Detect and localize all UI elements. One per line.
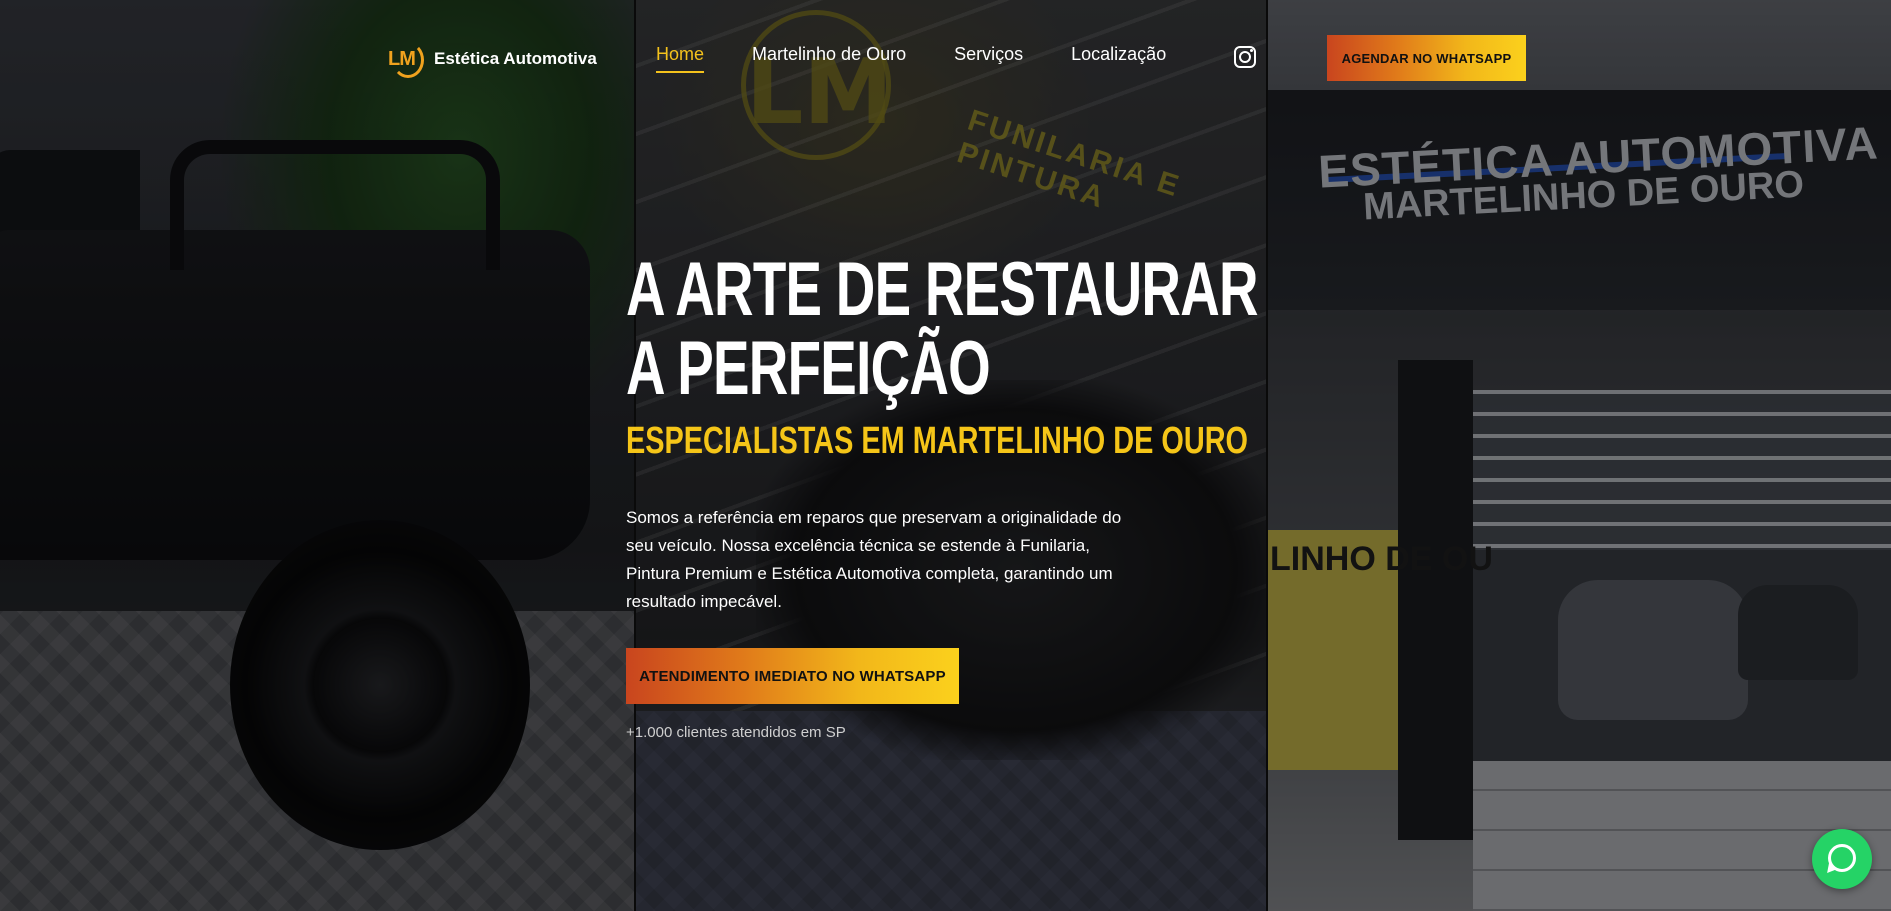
nav-item-servicos[interactable]: Serviços: [954, 44, 1023, 73]
brand-link[interactable]: LM Estética Automotiva: [388, 42, 597, 78]
nav-item-home[interactable]: Home: [656, 44, 705, 73]
nav-item-localizacao[interactable]: Localização: [1071, 44, 1166, 73]
instagram-icon[interactable]: [1234, 46, 1256, 68]
atendimento-whatsapp-button[interactable]: ATENDIMENTO IMEDIATO NO WHATSAPP: [626, 648, 959, 704]
brand-name: Estética Automotiva: [434, 49, 597, 68]
hero-description: Somos a referência em reparos que preser…: [626, 508, 1122, 611]
main-nav: Home Martelinho de Ouro Serviços Localiz…: [656, 44, 1214, 73]
hero-section: A ARTE DE RESTAURAR A PERFEIÇÃO ESPECIAL…: [626, 247, 1276, 741]
agendar-whatsapp-button[interactable]: AGENDAR NO WHATSAPP: [1327, 35, 1526, 81]
whatsapp-icon[interactable]: [1812, 829, 1872, 889]
hero-title: A ARTE DE RESTAURAR A PERFEIÇÃO: [626, 247, 1259, 411]
hero-subtitle: ESPECIALISTAS EM MARTELINHO DE OURO: [626, 420, 1249, 462]
social-proof-text: +1.000 clientes atendidos em SP: [626, 724, 846, 741]
nav-item-martelinho-de-ouro[interactable]: Martelinho de Ouro: [752, 44, 906, 73]
background-photo-storefront: ESTÉTICA AUTOMOTIVA MARTELINHO DE OURO L…: [1268, 0, 1891, 911]
brand-logo-icon: LM: [388, 42, 424, 78]
background-photo-truck: [0, 0, 634, 911]
site-header: LM Estética Automotiva Home Martelinho d…: [0, 0, 1891, 116]
